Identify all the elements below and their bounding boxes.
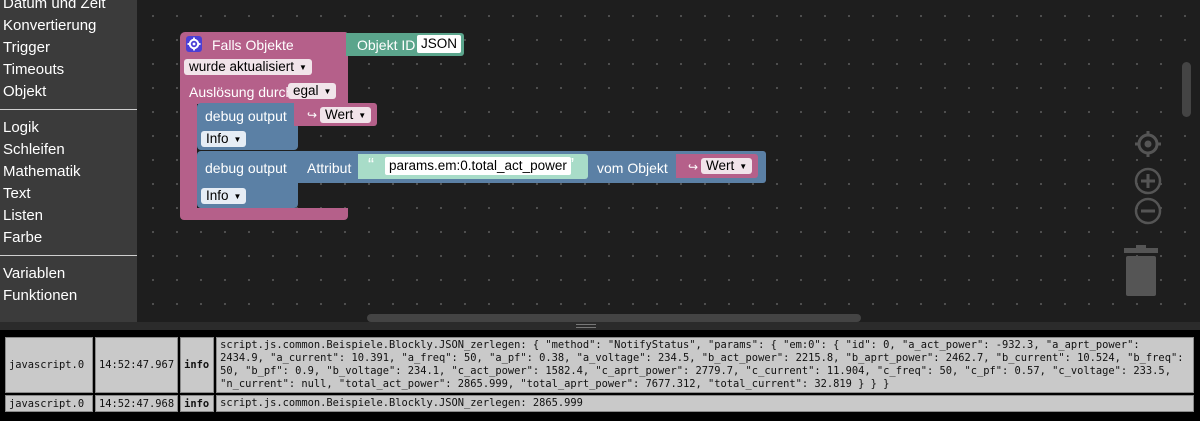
minus-icon (1134, 197, 1162, 225)
log-row: javascript.0 14:52:47.967 info script.js… (5, 337, 1195, 393)
triggered-by-dropdown[interactable]: egal ▼ (288, 83, 337, 99)
gear-icon[interactable] (186, 36, 202, 52)
center-workspace-button[interactable] (1134, 130, 1162, 158)
trigger-title: Falls Objekte (212, 37, 294, 53)
log-source: javascript.0 (5, 337, 93, 393)
dropdown-arrow-icon: ▼ (323, 87, 332, 96)
toolbox-category-timeouts[interactable]: Timeouts (0, 59, 137, 81)
toolbox-category-text[interactable]: Text (0, 183, 137, 205)
condition-value: wurde aktualisiert (189, 59, 295, 74)
log-row: javascript.0 14:52:47.968 info script.js… (5, 395, 1195, 412)
variable-value-wert-1: Wert (325, 107, 354, 122)
toolbox-category-variablen[interactable]: Variablen (0, 263, 137, 285)
log-source: javascript.0 (5, 395, 93, 412)
dropdown-arrow-icon: ▼ (739, 162, 748, 171)
quote-close-icon: ” (568, 155, 574, 175)
log-panel: javascript.0 14:52:47.967 info script.js… (0, 330, 1200, 421)
toolbox-category-funktionen[interactable]: Funktionen (0, 285, 137, 307)
dropdown-arrow-icon: ▼ (299, 63, 307, 72)
debug-level-value-2: Info (206, 188, 229, 203)
variable-arrow-icon: ↪ (307, 108, 318, 122)
dropdown-arrow-icon: ▼ (358, 111, 367, 120)
from-object-label: vom Objekt (597, 160, 668, 176)
triggered-by-label: Auslösung durch (189, 84, 294, 100)
toolbox-category-logik[interactable]: Logik (0, 117, 137, 139)
variable-arrow-icon: ↪ (688, 160, 699, 174)
trigger-block-footer (180, 208, 348, 220)
trash-icon (1124, 245, 1158, 296)
toolbox-category-listen[interactable]: Listen (0, 205, 137, 227)
log-level: info (180, 395, 215, 412)
triggered-by-value: egal (293, 83, 319, 98)
attribute-text-field[interactable]: params.em:0.total_act_power (385, 157, 571, 175)
object-id-field[interactable]: JSON (417, 35, 462, 53)
vertical-scrollbar[interactable] (1182, 62, 1191, 117)
variable-dropdown-wert-1[interactable]: Wert ▼ (320, 107, 372, 123)
log-time: 14:52:47.968 (95, 395, 179, 412)
condition-dropdown[interactable]: wurde aktualisiert ▼ (184, 59, 312, 75)
variable-value-wert-2: Wert (706, 158, 735, 173)
object-id-label: Objekt ID (357, 37, 416, 53)
blockly-toolbox: Datum und Zeit Konvertierung Trigger Tim… (0, 0, 137, 322)
log-time: 14:52:47.967 (95, 337, 179, 393)
dropdown-arrow-icon: ▼ (233, 135, 242, 144)
debug-output-label-2: debug output (205, 160, 287, 176)
toolbox-category-mathematik[interactable]: Mathematik (0, 161, 137, 183)
debug-level-dropdown-2[interactable]: Info ▼ (201, 188, 247, 204)
blockly-workspace[interactable]: Falls Objekte Objekt ID JSON wurde aktua… (137, 0, 1200, 322)
debug-level-value-1: Info (206, 131, 229, 146)
toolbox-category-objekt[interactable]: Objekt (0, 81, 137, 103)
toolbox-separator (0, 255, 137, 256)
toolbox-category-farbe[interactable]: Farbe (0, 227, 137, 249)
dropdown-arrow-icon: ▼ (233, 192, 242, 201)
quote-open-icon: “ (368, 155, 374, 175)
toolbox-separator (0, 109, 137, 110)
toolbox-category-trigger[interactable]: Trigger (0, 37, 137, 59)
plus-icon (1134, 167, 1162, 195)
toolbox-category-datum-und-zeit[interactable]: Datum und Zeit (0, 0, 137, 15)
crosshair-icon (1135, 131, 1161, 157)
attribute-label: Attribut (307, 160, 352, 176)
toolbox-category-schleifen[interactable]: Schleifen (0, 139, 137, 161)
zoom-out-button[interactable] (1134, 197, 1162, 225)
debug-level-dropdown-1[interactable]: Info ▼ (201, 131, 247, 147)
horizontal-scrollbar[interactable] (367, 314, 861, 322)
log-level: info (180, 337, 215, 393)
log-message: script.js.common.Beispiele.Blockly.JSON_… (216, 395, 1195, 412)
panel-splitter[interactable] (0, 322, 1200, 330)
variable-dropdown-wert-2[interactable]: Wert ▼ (701, 158, 753, 174)
log-message: script.js.common.Beispiele.Blockly.JSON_… (216, 337, 1195, 393)
zoom-in-button[interactable] (1134, 167, 1162, 195)
debug-output-label-1: debug output (205, 108, 287, 124)
trash-can[interactable] (1122, 243, 1160, 297)
trigger-block-arm (180, 100, 197, 212)
log-table: javascript.0 14:52:47.967 info script.js… (3, 335, 1196, 414)
toolbox-category-konvertierung[interactable]: Konvertierung (0, 15, 137, 37)
